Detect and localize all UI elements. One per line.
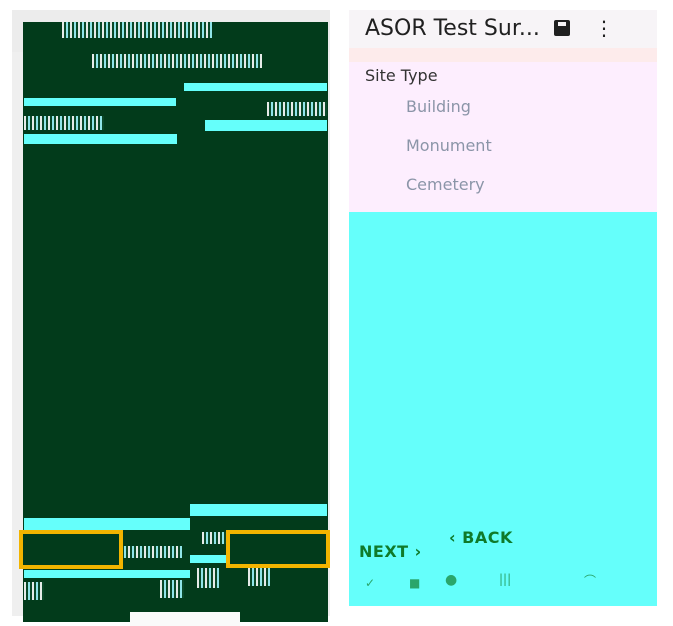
next-button[interactable]: NEXT › <box>359 542 422 561</box>
bottom-bar-icon: ■ <box>409 576 421 590</box>
question-card: Site Type Building Monument Cemetery <box>349 62 657 212</box>
glitch-block <box>205 120 327 131</box>
glitch-block <box>130 612 240 626</box>
home-pill <box>349 606 657 616</box>
highlight-box-left <box>19 530 123 569</box>
glitch-block <box>24 570 190 578</box>
right-screenshot: ASOR Test Sur... ⋮ Site Type Building Mo… <box>349 10 657 616</box>
bottom-bar-icon: ● <box>445 572 458 588</box>
app-title: ASOR Test Sur... <box>365 16 540 41</box>
glitch-block <box>184 83 327 91</box>
bottom-bar-icon: ⌒ <box>584 574 597 588</box>
glitch-block <box>24 98 176 106</box>
highlight-box-right <box>226 530 330 568</box>
glitch-block <box>24 134 177 144</box>
glitch-noise <box>160 580 184 598</box>
glitch-noise <box>24 116 104 130</box>
save-icon[interactable] <box>554 20 570 36</box>
app-bar: ASOR Test Sur... ⋮ <box>349 10 657 48</box>
option-monument[interactable]: Monument <box>406 136 492 155</box>
bottom-glitch-bar: ✓ ■ ● ||| ⌒ <box>349 570 657 598</box>
bottom-bar-icon: ✓ <box>365 576 376 590</box>
glitch-noise <box>62 22 212 38</box>
left-screenshot: AS <box>12 10 330 626</box>
question-label: Site Type <box>365 66 438 85</box>
back-button[interactable]: ‹ BACK <box>449 528 513 547</box>
glitch-block <box>190 504 327 516</box>
glitch-noise <box>24 582 44 600</box>
bottom-bar-icon: ||| <box>499 572 512 586</box>
option-building[interactable]: Building <box>406 97 471 116</box>
glitch-noise <box>267 102 327 116</box>
glitch-block <box>24 518 190 530</box>
glitch-noise <box>248 568 270 586</box>
option-cemetery[interactable]: Cemetery <box>406 175 485 194</box>
glitch-noise <box>92 54 262 68</box>
more-vert-icon[interactable]: ⋮ <box>594 16 614 40</box>
glitch-noise <box>197 568 219 588</box>
